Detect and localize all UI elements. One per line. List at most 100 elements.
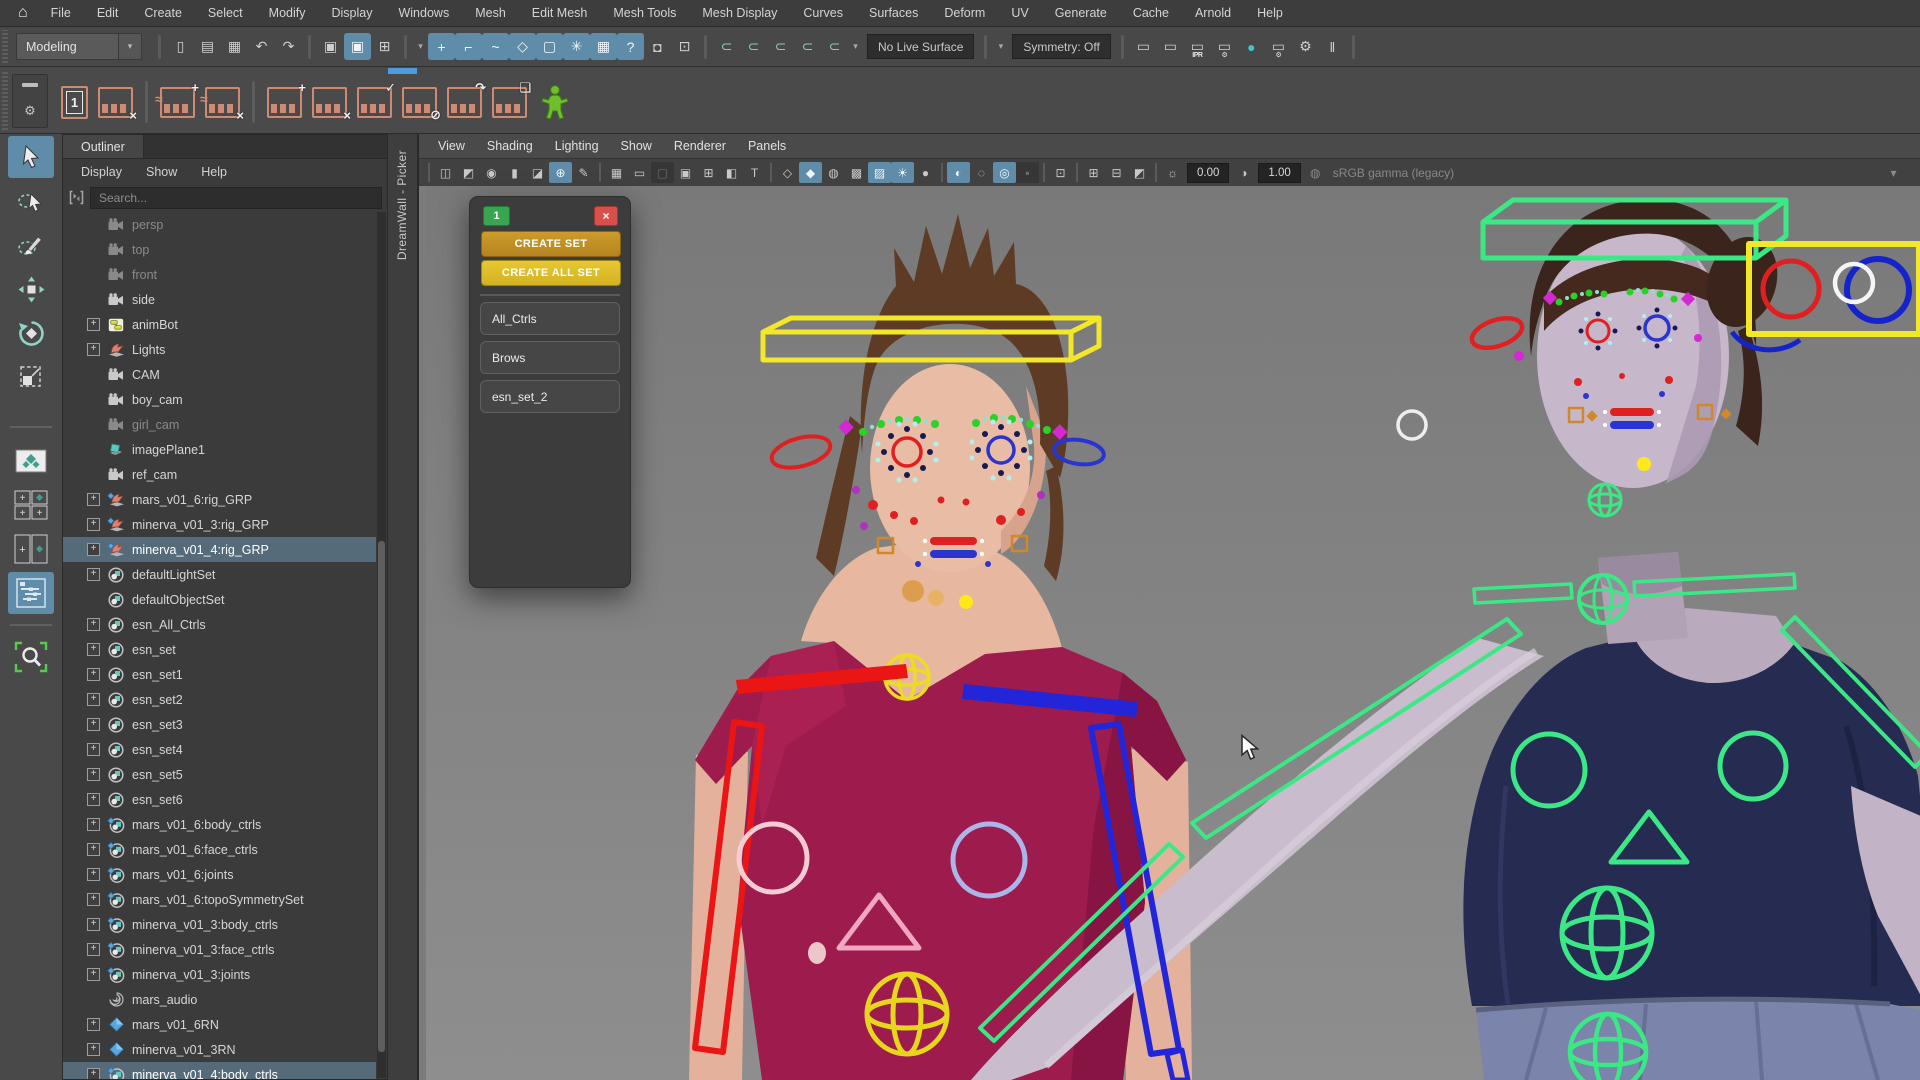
picker-set-esn-set-2[interactable]: esn_set_2: [480, 380, 620, 413]
isolate-select-icon[interactable]: ⊡: [1049, 162, 1072, 183]
expand-plus-icon[interactable]: +: [87, 918, 100, 931]
expand-plus-icon[interactable]: +: [87, 543, 100, 556]
shelf-strip-add-icon[interactable]: +: [267, 87, 302, 118]
gate-mask-icon[interactable]: ▣: [674, 162, 697, 183]
outliner-item-esn-set2[interactable]: +esn_set2: [63, 687, 376, 712]
outliner-item-mars-v01-6-joints[interactable]: +mars_v01_6:joints: [63, 862, 376, 887]
live-surface-field[interactable]: No Live Surface: [867, 34, 974, 59]
mask-dropdown-arrow[interactable]: ▾: [413, 33, 428, 60]
outliner-menu-display[interactable]: Display: [69, 165, 134, 179]
four-pane-layout[interactable]: +++: [8, 484, 54, 526]
resolution-gate-icon[interactable]: ▢: [651, 162, 674, 183]
mask-misc-icon[interactable]: ?: [617, 33, 644, 60]
outliner-item-defaultlightset[interactable]: +defaultLightSet: [63, 562, 376, 587]
toolbar-grip[interactable]: [2, 30, 8, 63]
shelf-layout-icon[interactable]: ❏: [492, 87, 527, 118]
expand-plus-icon[interactable]: +: [87, 643, 100, 656]
expand-plus-icon[interactable]: +: [87, 943, 100, 956]
menu-create[interactable]: Create: [131, 6, 195, 20]
wireframe-on-shaded-icon[interactable]: ◍: [822, 162, 845, 183]
outliner-item-minerva-v01-3-body-ctrls[interactable]: +minerva_v01_3:body_ctrls: [63, 912, 376, 937]
exposure-icon[interactable]: ☼: [1161, 162, 1184, 183]
outliner-item-mars-v01-6-body-ctrls[interactable]: +mars_v01_6:body_ctrls: [63, 812, 376, 837]
select-object-icon[interactable]: ▣: [344, 33, 371, 60]
render-view-icon[interactable]: ▭: [1130, 33, 1157, 60]
outliner-item-boy-cam[interactable]: boy_cam: [63, 387, 376, 412]
wireframe-icon[interactable]: ◇: [776, 162, 799, 183]
create-all-set-button[interactable]: CREATE ALL SET: [481, 260, 621, 286]
expand-plus-icon[interactable]: +: [87, 893, 100, 906]
lights-icon[interactable]: ☀: [891, 162, 914, 183]
textured-icon[interactable]: ▩: [845, 162, 868, 183]
outliner-item-esn-set6[interactable]: +esn_set6: [63, 787, 376, 812]
shelf-grip[interactable]: [2, 70, 8, 130]
chevron-down-icon[interactable]: ▾: [119, 33, 142, 60]
outliner-item-mars-audio[interactable]: mars_audio: [63, 987, 376, 1012]
pause-viewport-icon[interactable]: ‖: [1319, 33, 1346, 60]
checkered-icon[interactable]: ▨: [868, 162, 891, 183]
outliner-item-minerva-v01-3-joints[interactable]: +minerva_v01_3:joints: [63, 962, 376, 987]
duplicate-view-icon[interactable]: ⊞: [1082, 162, 1105, 183]
outliner-item-top[interactable]: top: [63, 237, 376, 262]
move-tool[interactable]: [8, 268, 54, 310]
outliner-item-animbot[interactable]: +animBot: [63, 312, 376, 337]
rotate-tool[interactable]: [8, 312, 54, 354]
viewport-menu-lighting[interactable]: Lighting: [544, 139, 610, 153]
shelf-collapse-icon[interactable]: [22, 83, 38, 87]
gear-icon[interactable]: ⚙: [24, 103, 36, 119]
tab-outliner[interactable]: Outliner: [63, 135, 144, 158]
depth-peel-icon[interactable]: ▪: [1016, 162, 1039, 183]
viewport-menu-view[interactable]: View: [427, 139, 476, 153]
outliner-item-imageplane1[interactable]: imagePlane1: [63, 437, 376, 462]
mask-dynamics-icon[interactable]: ✳: [563, 33, 590, 60]
outliner-item-front[interactable]: front: [63, 262, 376, 287]
outliner-menu-show[interactable]: Show: [134, 165, 189, 179]
mask-surfaces-icon[interactable]: ◇: [509, 33, 536, 60]
filter-icon[interactable]: [68, 189, 85, 206]
shelf-anim-add-icon[interactable]: +≈: [160, 87, 195, 118]
expand-plus-icon[interactable]: +: [87, 618, 100, 631]
scrollbar-thumb[interactable]: [378, 541, 385, 1052]
undo-icon[interactable]: ↶: [248, 33, 275, 60]
new-scene-icon[interactable]: ▯: [167, 33, 194, 60]
shelf-frame-single-icon[interactable]: 1: [61, 86, 88, 119]
outliner-item-esn-set4[interactable]: +esn_set4: [63, 737, 376, 762]
expand-plus-icon[interactable]: +: [87, 1068, 100, 1079]
select-camera-icon[interactable]: ◫: [434, 162, 457, 183]
expand-plus-icon[interactable]: +: [87, 743, 100, 756]
paint-select-tool[interactable]: [8, 224, 54, 266]
mask-deformers-icon[interactable]: ▢: [536, 33, 563, 60]
dreamwall-picker-strip[interactable]: DreamWall - Picker: [388, 134, 418, 1080]
image-plane-icon[interactable]: ◪: [526, 162, 549, 183]
viewport-menu-renderer[interactable]: Renderer: [663, 139, 737, 153]
menu-select[interactable]: Select: [195, 6, 256, 20]
snap-projected-center-icon[interactable]: ⊂: [794, 33, 821, 60]
shelf-anim-delete-icon[interactable]: ×≈: [205, 87, 240, 118]
outliner-item-minerva-v01-3-rig-grp[interactable]: +minerva_v01_3:rig_GRP: [63, 512, 376, 537]
shelf-tab-switcher[interactable]: ⚙: [12, 74, 48, 128]
outliner-item-esn-set5[interactable]: +esn_set5: [63, 762, 376, 787]
menu-edit-mesh[interactable]: Edit Mesh: [519, 6, 601, 20]
mask-rendering-icon[interactable]: ▦: [590, 33, 617, 60]
lasso-tool[interactable]: [8, 180, 54, 222]
outliner-item-cam[interactable]: CAM: [63, 362, 376, 387]
render-current-frame-icon[interactable]: ▭: [1157, 33, 1184, 60]
pan-zoom-icon[interactable]: ⊕: [549, 162, 572, 183]
ipr-render-icon[interactable]: ▭IPR: [1184, 33, 1211, 60]
colorspace-dropdown-arrow[interactable]: ▾: [1882, 162, 1905, 183]
shadows-icon[interactable]: ●: [914, 162, 937, 183]
viewport-menu-show[interactable]: Show: [610, 139, 663, 153]
open-scene-icon[interactable]: ▤: [194, 33, 221, 60]
expand-plus-icon[interactable]: +: [87, 693, 100, 706]
snap-grid-icon[interactable]: ⊂: [713, 33, 740, 60]
picker-tab-1[interactable]: 1: [483, 206, 510, 226]
outliner-item-girl-cam[interactable]: girl_cam: [63, 412, 376, 437]
menu-generate[interactable]: Generate: [1042, 6, 1120, 20]
scene-3d[interactable]: [419, 186, 1920, 1080]
home-icon[interactable]: ⌂: [18, 4, 28, 22]
save-scene-icon[interactable]: ▦: [221, 33, 248, 60]
quick-select-tool[interactable]: [8, 636, 54, 678]
snap-point-icon[interactable]: ⊂: [767, 33, 794, 60]
snap-curve-icon[interactable]: ⊂: [740, 33, 767, 60]
expand-plus-icon[interactable]: +: [87, 493, 100, 506]
